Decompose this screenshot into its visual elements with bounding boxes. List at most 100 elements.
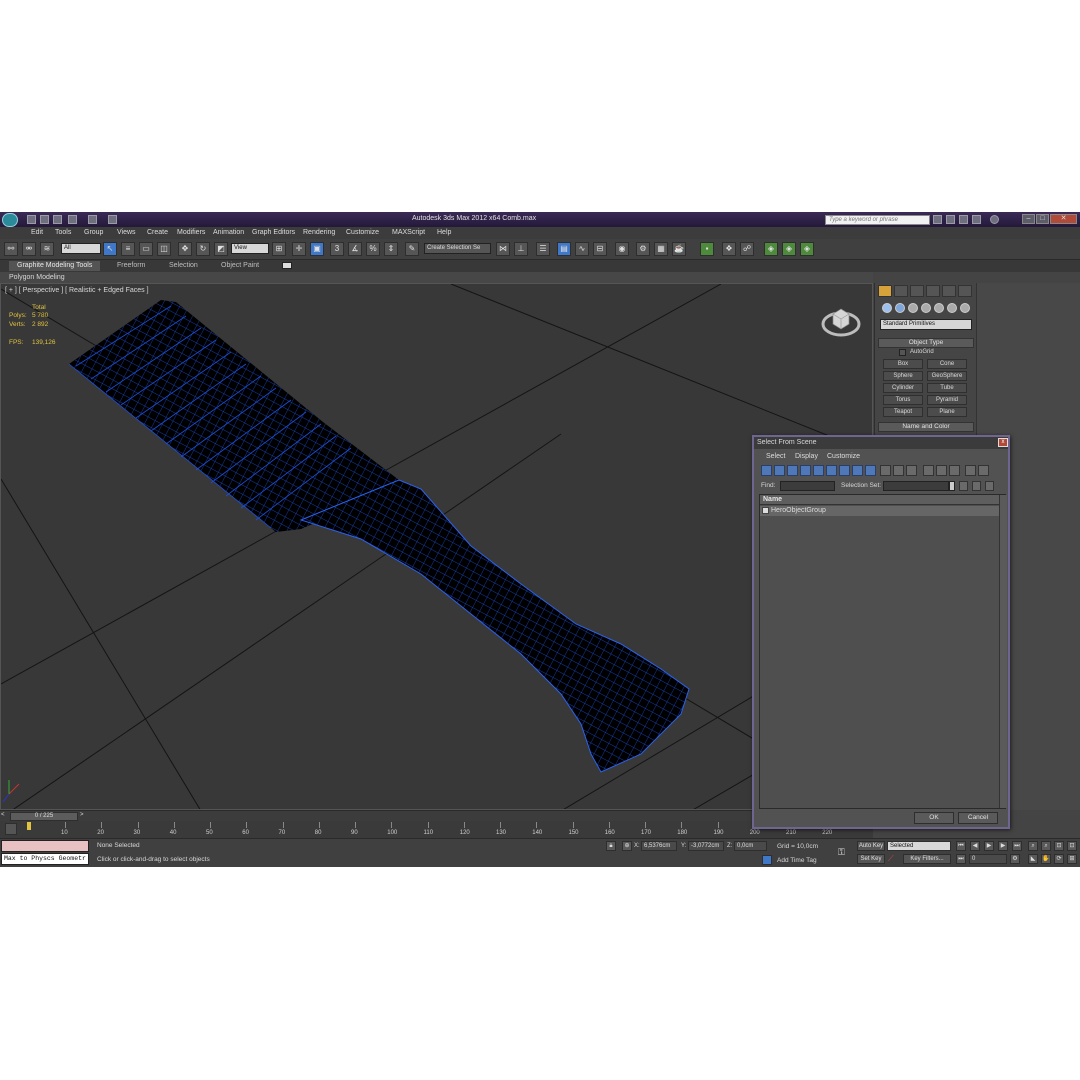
cancel-button[interactable]: Cancel [958, 812, 998, 824]
maxscript-listener-input[interactable]: Max to Physcs Geometr [1, 853, 89, 865]
viewcube-icon[interactable] [821, 302, 861, 338]
menu-create[interactable]: Create [147, 229, 168, 236]
pyramid-button[interactable]: Pyramid [927, 395, 967, 405]
dialog-menu-customize[interactable]: Customize [827, 453, 860, 460]
set-key-button[interactable]: Set Key [857, 854, 885, 864]
menu-tools[interactable]: Tools [55, 229, 71, 236]
motion-panel-tab[interactable] [926, 285, 940, 297]
selection-filter-dropdown[interactable]: All [61, 243, 101, 254]
key-mode-dropdown[interactable]: Selected [887, 841, 951, 851]
key-filters-button[interactable]: Key Filters... [903, 854, 951, 864]
schematic-view-icon[interactable]: ⊟ [593, 242, 607, 256]
dialog-close-button[interactable]: x [998, 438, 1008, 447]
physx-simulate-icon[interactable]: ◈ [764, 242, 778, 256]
display-none-icon[interactable] [893, 465, 904, 476]
rectangular-selection-icon[interactable]: ▭ [139, 242, 153, 256]
open-file-icon[interactable] [40, 215, 49, 224]
orbit-icon[interactable]: ⟳ [1054, 854, 1064, 864]
close-button[interactable]: ✕ [1050, 214, 1077, 224]
render-setup-icon[interactable]: ⚙ [636, 242, 650, 256]
next-frame-icon[interactable]: ▶ [998, 841, 1008, 851]
display-panel-tab[interactable] [942, 285, 956, 297]
named-selection-dropdown[interactable]: Create Selection Se [424, 243, 491, 254]
menu-rendering[interactable]: Rendering [303, 229, 335, 236]
dialog-title-bar[interactable]: Select From Scene x [754, 437, 1008, 449]
plugin-tool-icon[interactable]: ▪ [700, 242, 714, 256]
perspective-viewport[interactable]: [ + ] [ Perspective ] [ Realistic + Edge… [0, 283, 873, 810]
select-all-icon[interactable] [923, 465, 934, 476]
go-to-start-icon[interactable]: ⏮ [956, 841, 966, 851]
menu-group[interactable]: Group [84, 229, 103, 236]
menu-maxscript[interactable]: MAXScript [392, 229, 425, 236]
graphite-toggle-icon[interactable]: ▤ [557, 242, 571, 256]
display-invert-icon[interactable] [906, 465, 917, 476]
selection-set-dropdown[interactable] [883, 481, 949, 491]
curve-editor-icon[interactable]: ∿ [575, 242, 589, 256]
zoom-icon[interactable]: ⌕ [1028, 841, 1038, 851]
ribbon-options-icon[interactable] [282, 262, 292, 269]
auto-key-button[interactable]: Auto Key [857, 841, 885, 851]
pan-view-icon[interactable]: ✋ [1041, 854, 1051, 864]
zoom-extents-all-icon[interactable]: ⊡ [1067, 841, 1077, 851]
display-spacewarps-icon[interactable] [826, 465, 837, 476]
time-configuration-icon[interactable]: ⚙ [1010, 854, 1020, 864]
slider-right-arrow[interactable]: > [80, 812, 87, 821]
list-scrollbar[interactable] [999, 495, 1007, 808]
select-none-icon[interactable] [936, 465, 947, 476]
create-selection-set-icon[interactable] [959, 481, 968, 491]
reference-coordinate-dropdown[interactable]: View [231, 243, 269, 254]
zoom-extents-icon[interactable]: ⊡ [1054, 841, 1064, 851]
time-slider[interactable]: < 0 / 225 > [0, 810, 873, 821]
shapes-icon[interactable] [895, 303, 905, 313]
percent-snap-icon[interactable]: % [366, 242, 380, 256]
ragdoll-icon[interactable]: ☍ [740, 242, 754, 256]
display-xrefs-icon[interactable] [852, 465, 863, 476]
display-geometry-icon[interactable] [761, 465, 772, 476]
hierarchy-panel-tab[interactable] [910, 285, 924, 297]
redo-icon[interactable] [88, 215, 97, 224]
star-icon[interactable] [959, 215, 968, 224]
maximize-button[interactable]: □ [1036, 214, 1049, 224]
slider-left-arrow[interactable]: < [1, 812, 8, 821]
rendered-frame-icon[interactable]: ▦ [654, 242, 668, 256]
tab-freeform[interactable]: Freeform [109, 261, 153, 271]
lock-selection-icon[interactable]: 🔒︎ [606, 841, 616, 851]
menu-edit[interactable]: Edit [31, 229, 43, 236]
helpers-icon[interactable] [934, 303, 944, 313]
menu-help[interactable]: Help [437, 229, 451, 236]
modify-panel-tab[interactable] [894, 285, 908, 297]
align-icon[interactable]: ⊥ [514, 242, 528, 256]
save-file-icon[interactable] [53, 215, 62, 224]
maxscript-output[interactable] [1, 840, 89, 852]
angle-snap-icon[interactable]: ∡ [348, 242, 362, 256]
snaps-toggle-icon[interactable]: 3 [330, 242, 344, 256]
display-bones-icon[interactable] [865, 465, 876, 476]
cone-button[interactable]: Cone [927, 359, 967, 369]
cloth-icon[interactable]: ❖ [722, 242, 736, 256]
plane-button[interactable]: Plane [927, 407, 967, 417]
column-name-header[interactable]: Name [763, 496, 782, 503]
display-groups-icon[interactable] [839, 465, 850, 476]
lights-icon[interactable] [908, 303, 918, 313]
select-scale-icon[interactable]: ◩ [214, 242, 228, 256]
field-of-view-icon[interactable]: ◣ [1028, 854, 1038, 864]
keyboard-shortcut-toggle-icon[interactable]: ▣ [310, 242, 324, 256]
teapot-button[interactable]: Teapot [883, 407, 923, 417]
utilities-panel-tab[interactable] [958, 285, 972, 297]
help-icon[interactable] [990, 215, 999, 224]
filter-options-icon[interactable] [978, 465, 989, 476]
mirror-icon[interactable]: ⋈ [496, 242, 510, 256]
menu-views[interactable]: Views [117, 229, 136, 236]
sphere-button[interactable]: Sphere [883, 371, 923, 381]
edit-selection-set-icon[interactable] [972, 481, 981, 491]
viewport-label-menu[interactable]: [ + ] [ Perspective ] [ Realistic + Edge… [5, 287, 149, 294]
bind-space-warp-icon[interactable]: ≋ [40, 242, 54, 256]
trackbar[interactable]: 10 20 30 40 50 60 70 80 90 100 110 120 130 140 150 160 1… [0, 821, 873, 838]
ok-button[interactable]: OK [914, 812, 954, 824]
create-panel-tab[interactable] [878, 285, 892, 297]
selection-set-arrow-icon[interactable] [949, 481, 955, 491]
project-folder-icon[interactable] [108, 215, 117, 224]
star-icon[interactable] [972, 215, 981, 224]
tube-button[interactable]: Tube [927, 383, 967, 393]
undo-icon[interactable] [68, 215, 77, 224]
